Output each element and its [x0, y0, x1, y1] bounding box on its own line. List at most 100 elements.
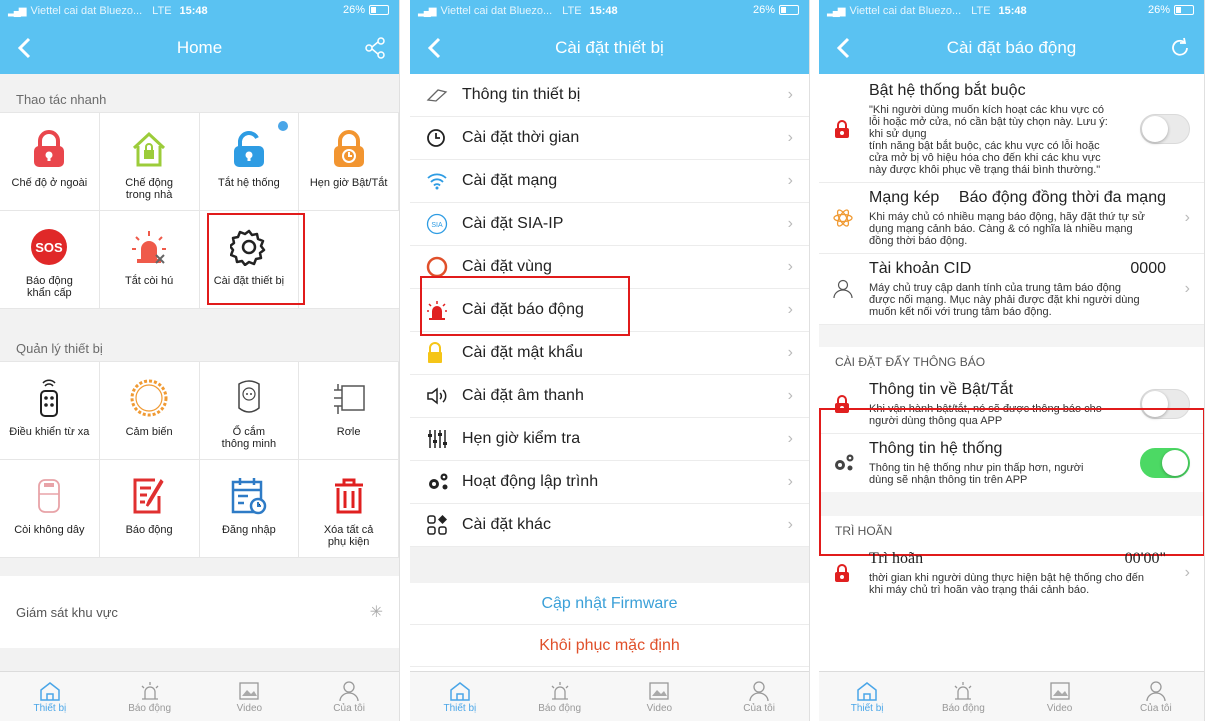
force-arm-toggle[interactable] [1140, 114, 1190, 144]
battery-indicator: 26% [343, 4, 389, 16]
delay-title: Trì hoãn [869, 550, 924, 567]
back-button[interactable] [829, 32, 857, 64]
device-delete-all[interactable]: Xóa tất cả phụ kiện [299, 460, 399, 558]
video-tab-icon [1049, 679, 1071, 703]
chevron-right-icon: › [787, 473, 793, 490]
device-item-label: Xóa tất cả phụ kiện [323, 524, 374, 548]
settings-item-password[interactable]: Cài đặt mật khẩu › [410, 332, 809, 375]
factory-reset-label: Khôi phục mặc định [539, 636, 680, 654]
device-wireless-siren[interactable]: Còi không dây [0, 460, 100, 558]
tab-label: Báo động [128, 703, 172, 714]
device-info-icon [426, 88, 462, 102]
quick-siren-off[interactable]: Tắt còi hú [99, 211, 200, 309]
settings-item-sia-ip[interactable]: SIA Cài đặt SIA-IP › [410, 203, 809, 246]
settings-item-label: Cài đặt mật khẩu [462, 344, 583, 361]
battery-percent: 26% [752, 4, 775, 16]
notification-dot [278, 121, 289, 131]
tab-label: Báo động [941, 703, 985, 714]
profile-tab-icon [748, 679, 770, 703]
network-type: LTE [971, 5, 991, 17]
tab-alarm[interactable]: Báo động [510, 672, 610, 721]
video-tab-icon [648, 679, 670, 703]
device-item-label: Điều khiển từ xa [9, 426, 90, 438]
quick-timer[interactable]: Hẹn giờ Bật/Tắt [299, 113, 399, 211]
quick-item-label: Chế độ ở ngoài [11, 177, 88, 189]
settings-item-test-timer[interactable]: Hẹn giờ kiểm tra › [410, 418, 809, 461]
force-arm-title: Bật hệ thống bắt buộc [869, 82, 1026, 99]
tab-video[interactable]: Video [200, 672, 300, 721]
tab-devices[interactable]: Thiết bị [819, 672, 915, 721]
area-monitor-row[interactable]: Giám sát khu vực ✳ [0, 576, 399, 648]
device-management-grid: Điều khiển từ xa Cảm biến Ổ cắm thông mi… [0, 361, 399, 558]
carrier-name: Viettel cai dat Bluezo... [30, 5, 143, 17]
tab-video[interactable]: Video [1012, 672, 1108, 721]
refresh-button[interactable] [1166, 34, 1194, 62]
push-settings-header: CÀI ĐẶT ĐẨY THÔNG BÁO [819, 347, 1204, 375]
back-button[interactable] [10, 32, 38, 64]
cid-account-row[interactable]: Tài khoản CID 0000 Máy chủ truy cập danh … [819, 254, 1204, 325]
device-remote[interactable]: Điều khiển từ xa [0, 362, 100, 460]
settings-item-other[interactable]: Cài đặt khác › [410, 504, 809, 547]
tab-alarm[interactable]: Báo động [915, 672, 1011, 721]
tab-profile[interactable]: Của tôi [299, 672, 399, 721]
settings-item-programming[interactable]: Hoạt động lập trình › [410, 461, 809, 504]
factory-reset-button[interactable]: Khôi phục mặc định [410, 625, 809, 667]
dual-network-description: Khi máy chủ có nhiều mạng báo động, hãy … [869, 211, 1145, 247]
chevron-right-icon: › [1184, 280, 1190, 297]
chevron-right-icon: › [787, 516, 793, 533]
firmware-update-button[interactable]: Cập nhật Firmware [410, 583, 809, 625]
speaker-icon [426, 387, 462, 405]
device-item-label: Cảm biến [125, 426, 173, 438]
home-tab-icon [856, 679, 878, 703]
video-tab-icon [238, 679, 260, 703]
tab-bar: Thiết bị Báo động Video Của tôi [819, 671, 1204, 721]
device-item-label: Báo động [125, 524, 173, 536]
chevron-right-icon: › [1184, 209, 1190, 226]
settings-item-label: Cài đặt thời gian [462, 129, 580, 146]
settings-item-network[interactable]: Cài đặt mạng › [410, 160, 809, 203]
device-smart-plug[interactable]: Ổ cắm thông minh [199, 362, 300, 460]
atom-network-icon [833, 189, 869, 247]
delay-row[interactable]: Trì hoãn 00'00" thời gian khi người dùng … [819, 544, 1204, 602]
tab-devices[interactable]: Thiết bị [410, 672, 510, 721]
tab-label: Của tôi [1140, 703, 1172, 714]
carrier-name: Viettel cai dat Bluezo... [440, 5, 553, 17]
quick-home-mode[interactable]: Chế động trong nhà [99, 113, 200, 211]
tab-profile[interactable]: Của tôi [1108, 672, 1204, 721]
quick-sos[interactable]: SOS Báo động khẩn cấp [0, 211, 100, 309]
device-alarm-log[interactable]: Báo động [99, 460, 200, 558]
settings-item-label: Hoạt động lập trình [462, 473, 599, 490]
tab-profile[interactable]: Của tôi [709, 672, 809, 721]
share-button[interactable] [361, 34, 389, 62]
unlock-blue-icon [229, 129, 269, 169]
chevron-right-icon: › [1184, 564, 1190, 581]
dual-network-row[interactable]: Mạng kép Báo động đồng thời đa mạng Khi m… [819, 183, 1204, 254]
settings-item-device-info[interactable]: Thông tin thiết bị › [410, 74, 809, 117]
device-sensor[interactable]: Cảm biến [99, 362, 200, 460]
profile-tab-icon [338, 679, 360, 703]
tab-label: Video [646, 703, 673, 714]
settings-item-label: Cài đặt vùng [462, 258, 552, 275]
quick-item-label: Hẹn giờ Bật/Tắt [309, 177, 388, 189]
remote-icon [29, 378, 69, 418]
device-item-label: Đăng nhập [221, 524, 276, 536]
home-screen: ▂▄▆ Viettel cai dat Bluezo... LTE 15:48 … [0, 0, 400, 721]
tab-bar: Thiết bị Báo động Video Của tôi [410, 671, 809, 721]
quick-disarm[interactable]: Tắt hệ thống [199, 113, 300, 211]
quick-away-mode[interactable]: Chế độ ở ngoài [0, 113, 100, 211]
dual-network-value: Báo động đồng thời đa mạng [958, 189, 1166, 206]
device-relay[interactable]: Rơle [299, 362, 399, 460]
sliders-icon [426, 428, 462, 450]
tab-alarm[interactable]: Báo động [100, 672, 200, 721]
device-login-log[interactable]: Đăng nhập [199, 460, 300, 558]
tab-video[interactable]: Video [610, 672, 710, 721]
settings-item-time[interactable]: Cài đặt thời gian › [410, 117, 809, 160]
back-button[interactable] [420, 32, 448, 64]
chevron-right-icon: › [787, 387, 793, 404]
tab-label: Thiết bị [33, 703, 67, 714]
page-title: Cài đặt thiết bị [555, 38, 664, 57]
chevron-right-icon: › [787, 301, 793, 318]
battery-indicator: 26% [753, 4, 799, 16]
tab-devices[interactable]: Thiết bị [0, 672, 100, 721]
settings-item-sound[interactable]: Cài đặt âm thanh › [410, 375, 809, 418]
